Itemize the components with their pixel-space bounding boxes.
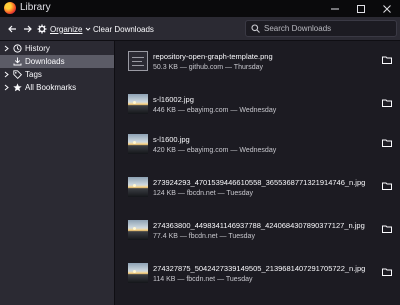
chevron-right-icon	[4, 45, 9, 52]
download-details: 77.4 KB — fbcdn.net — Tuesday	[153, 233, 255, 240]
image-thumbnail	[128, 220, 148, 240]
chevron-right-icon	[4, 84, 9, 91]
minimize-icon	[331, 8, 339, 9]
open-folder-icon[interactable]	[382, 225, 392, 233]
clear-downloads-button[interactable]: Clear Downloads	[93, 21, 154, 37]
search-input[interactable]	[264, 24, 394, 33]
download-filename: 274363800_4498341146937788_4240684307890…	[153, 221, 365, 230]
chevron-right-icon	[4, 71, 9, 78]
open-folder-icon[interactable]	[382, 182, 392, 190]
sidebar-item-history[interactable]: History	[0, 42, 114, 55]
download-details: 50.3 KB — github.com — Thursday	[153, 64, 263, 71]
download-details: 124 KB — fbcdn.net — Tuesday	[153, 190, 254, 197]
download-details: 114 KB — fbcdn.net — Tuesday	[153, 276, 253, 283]
toolbar: Organize Clear Downloads	[0, 17, 400, 41]
search-box[interactable]	[245, 20, 397, 37]
chevron-down-icon	[86, 27, 91, 31]
open-folder-icon[interactable]	[382, 139, 392, 147]
close-button[interactable]	[374, 0, 400, 17]
window-title: Library	[20, 2, 51, 13]
back-button[interactable]	[4, 21, 20, 37]
image-thumbnail	[128, 134, 148, 154]
forward-button[interactable]	[20, 21, 36, 37]
downloads-list: repository-open-graph-template.png 50.3 …	[116, 41, 400, 305]
minimize-button[interactable]	[322, 0, 348, 17]
star-icon	[13, 83, 22, 92]
arrow-right-icon	[24, 25, 32, 33]
sidebar-item-label: History	[25, 44, 50, 53]
maximize-icon	[357, 4, 365, 13]
download-filename: s-l1600.jpg	[153, 135, 190, 144]
gear-icon	[37, 24, 47, 34]
sidebar-item-all-bookmarks[interactable]: All Bookmarks	[0, 81, 114, 94]
arrow-left-icon	[8, 25, 16, 33]
list-item[interactable]: 274363800_4498341146937788_4240684307890…	[116, 210, 400, 250]
file-icon	[128, 51, 148, 71]
image-thumbnail	[128, 177, 148, 197]
tag-icon	[13, 70, 22, 79]
open-folder-icon[interactable]	[382, 99, 392, 107]
organize-menu-button[interactable]: Organize	[37, 21, 91, 37]
download-filename: s-l16002.jpg	[153, 95, 194, 104]
sidebar-item-downloads[interactable]: Downloads	[0, 55, 114, 68]
download-filename: repository-open-graph-template.png	[153, 52, 273, 61]
maximize-button[interactable]	[348, 0, 374, 17]
firefox-logo-icon	[4, 2, 16, 14]
list-item[interactable]: s-l16002.jpg 446 KB — ebayimg.com — Wedn…	[116, 84, 400, 124]
download-filename: 274327875_5042427339149505_2139681407291…	[153, 264, 366, 273]
clock-icon	[13, 44, 22, 53]
sidebar-item-label: Downloads	[25, 57, 65, 66]
list-item[interactable]: repository-open-graph-template.png 50.3 …	[116, 41, 400, 81]
sidebar-item-label: All Bookmarks	[25, 83, 77, 92]
image-thumbnail	[128, 94, 148, 114]
download-details: 420 KB — ebayimg.com — Wednesday	[153, 147, 277, 154]
organize-label: Organize	[50, 24, 83, 34]
title-bar: Library	[0, 0, 400, 17]
download-details: 446 KB — ebayimg.com — Wednesday	[153, 107, 277, 114]
open-folder-icon[interactable]	[382, 268, 392, 276]
list-item[interactable]: s-l1600.jpg 420 KB — ebayimg.com — Wedne…	[116, 124, 400, 164]
list-item[interactable]: 274327875_5042427339149505_2139681407291…	[116, 253, 400, 293]
download-filename: 273924293_4701539446610558_3655368771321…	[153, 178, 366, 187]
search-icon	[251, 24, 260, 33]
image-thumbnail	[128, 263, 148, 283]
sidebar: History Downloads Tags All Bookmarks	[0, 41, 115, 305]
open-folder-icon[interactable]	[382, 56, 392, 64]
close-icon	[383, 4, 391, 13]
download-icon	[13, 57, 22, 66]
list-item[interactable]: 273924293_4701539446610558_3655368771321…	[116, 167, 400, 207]
sidebar-item-label: Tags	[25, 70, 42, 79]
sidebar-item-tags[interactable]: Tags	[0, 68, 114, 81]
